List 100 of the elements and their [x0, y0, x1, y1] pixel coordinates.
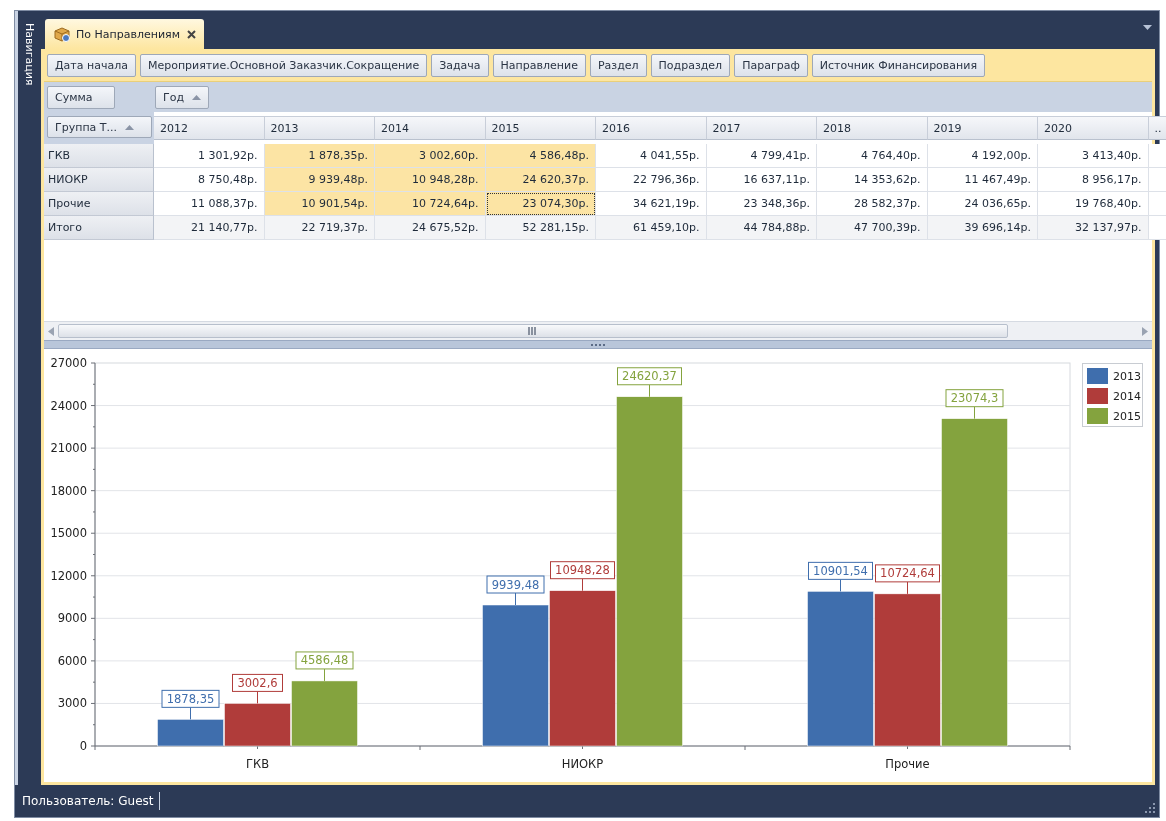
table-cell: 4 799,41р.: [706, 144, 817, 168]
filter-field-button[interactable]: Раздел: [589, 54, 647, 77]
filter-field-button[interactable]: Параграф: [734, 54, 808, 77]
axis-tick-label: 18000: [50, 483, 87, 498]
navigation-tab[interactable]: Навигация: [23, 23, 36, 785]
data-label: 10901,54: [813, 563, 868, 578]
row-header[interactable]: НИОКР: [44, 168, 154, 192]
legend-label: 2014: [1113, 390, 1141, 403]
resize-grip-icon[interactable]: [1145, 803, 1155, 813]
total-cell: 47 700,39р.: [817, 216, 928, 240]
table-cell: 1 878,35р.: [264, 144, 375, 168]
data-field-button[interactable]: Сумма: [47, 86, 115, 109]
filter-field-button[interactable]: Задача: [431, 54, 489, 77]
filter-field-button[interactable]: Источник Финансирования: [811, 54, 986, 77]
row-header[interactable]: Прочие: [44, 192, 154, 216]
category-label: НИОКР: [561, 757, 604, 771]
axis-tick-label: 15000: [50, 526, 87, 541]
table-cell: 10 724,64р.: [375, 192, 486, 216]
document-tab[interactable]: По Направлениям: [45, 19, 204, 49]
filter-field-button[interactable]: Мероприятие.Основной Заказчик.Сокращение: [139, 54, 428, 77]
total-cell: 32 137,97р.: [1038, 216, 1149, 240]
column-header[interactable]: 2020: [1038, 116, 1149, 140]
axis-tick-label: 12000: [50, 568, 87, 583]
data-label: 1878,35: [161, 689, 220, 720]
category-label: ГКВ: [245, 757, 270, 771]
total-cell: 22 719,37р.: [264, 216, 375, 240]
total-cell: 21 140,77р.: [154, 216, 265, 240]
table-cell: 23 074,30р.: [485, 192, 596, 216]
status-user-text: Пользователь: Guest: [22, 794, 154, 808]
data-label: 1878,35: [166, 691, 215, 706]
data-label: 10724,64: [875, 564, 940, 595]
table-cell: 4 586,48р.: [485, 144, 596, 168]
data-label: 24620,37: [617, 367, 682, 398]
table-cell: 10 948,28р.: [375, 168, 486, 192]
data-label: 3002,6: [237, 675, 278, 690]
grip-icon: [528, 327, 537, 335]
table-cell: 4 041,55р.: [596, 144, 707, 168]
axis-tick-label: 27000: [50, 356, 87, 370]
column-field-button[interactable]: Год: [155, 86, 210, 109]
axis-tick-label: 24000: [50, 398, 87, 413]
data-label: 4586,48: [295, 651, 354, 682]
column-header[interactable]: 2017: [706, 116, 817, 140]
package-icon: [53, 25, 71, 43]
column-header[interactable]: 2012: [154, 116, 265, 140]
table-cell: 9 939,48р.: [264, 168, 375, 192]
column-header[interactable]: 2018: [817, 116, 928, 140]
filter-field-button[interactable]: Направление: [492, 54, 586, 77]
data-label: 10948,28: [555, 563, 610, 578]
table-cell: 3 002,60р.: [375, 144, 486, 168]
horizontal-scrollbar[interactable]: [44, 321, 1152, 340]
total-cell: 39 696,14р.: [927, 216, 1038, 240]
row-header[interactable]: ГКВ: [44, 144, 154, 168]
table-cell: 3 413,40р.: [1038, 144, 1149, 168]
data-label: 23074,3: [950, 391, 999, 406]
total-cell: 52 281,15р.: [485, 216, 596, 240]
axis-tick-label: 21000: [50, 441, 87, 456]
filter-field-button[interactable]: Подраздел: [650, 54, 731, 77]
axis-tick-label: 0: [79, 739, 87, 753]
table-cell: 16 637,11р.: [706, 168, 817, 192]
column-header[interactable]: 2016: [596, 116, 707, 140]
close-icon[interactable]: [187, 29, 196, 39]
data-label: 9939,48: [486, 575, 545, 606]
splitter-grip-icon[interactable]: [591, 343, 605, 346]
table-cell: 14 353,62р.: [817, 168, 928, 192]
dropdown-arrow-icon[interactable]: [1143, 25, 1152, 30]
data-label: 9939,48: [491, 577, 540, 592]
legend-label: 2015: [1113, 410, 1141, 423]
column-header[interactable]: 2019: [927, 116, 1038, 140]
column-header[interactable]: 2013: [264, 116, 375, 140]
table-cell: 8 956,17р.: [1038, 168, 1149, 192]
row-field-button[interactable]: Группа Т...: [47, 116, 152, 138]
data-label: 4586,48: [300, 653, 349, 668]
table-cell: 24 620,37р.: [485, 168, 596, 192]
sort-arrow-icon: [125, 124, 135, 130]
scroll-left-icon[interactable]: [48, 326, 54, 336]
sort-arrow-icon: [192, 95, 202, 100]
legend-label: 2013: [1113, 370, 1141, 383]
table-cell: 22 796,36р.: [596, 168, 707, 192]
filter-field-button[interactable]: Дата начала: [47, 54, 136, 77]
table-cell: 4 192,00р.: [927, 144, 1038, 168]
column-header[interactable]: 2014: [375, 116, 486, 140]
total-cell: 24 675,52р.: [375, 216, 486, 240]
table-cell: 10 901,54р.: [264, 192, 375, 216]
total-cell: 61 459,10р.: [596, 216, 707, 240]
column-header[interactable]: 2015: [485, 116, 596, 140]
axis-tick-label: 9000: [57, 611, 87, 626]
data-label: 10948,28: [550, 561, 615, 592]
axis-tick-label: 6000: [57, 653, 87, 668]
data-label: 10724,64: [880, 566, 935, 581]
table-cell: 4 764,40р.: [817, 144, 928, 168]
axis-tick-label: 3000: [57, 696, 87, 711]
scroll-right-icon[interactable]: [1142, 326, 1148, 336]
row-header[interactable]: Итого: [44, 216, 154, 240]
table-cell: 1 301,92р.: [154, 144, 265, 168]
data-label: 10901,54: [808, 561, 873, 592]
data-label: 24620,37: [622, 369, 677, 384]
category-label: Прочие: [885, 757, 930, 771]
table-cell: 8 750,48р.: [154, 168, 265, 192]
data-label: 3002,6: [232, 673, 283, 704]
table-cell: 11 467,49р.: [927, 168, 1038, 192]
